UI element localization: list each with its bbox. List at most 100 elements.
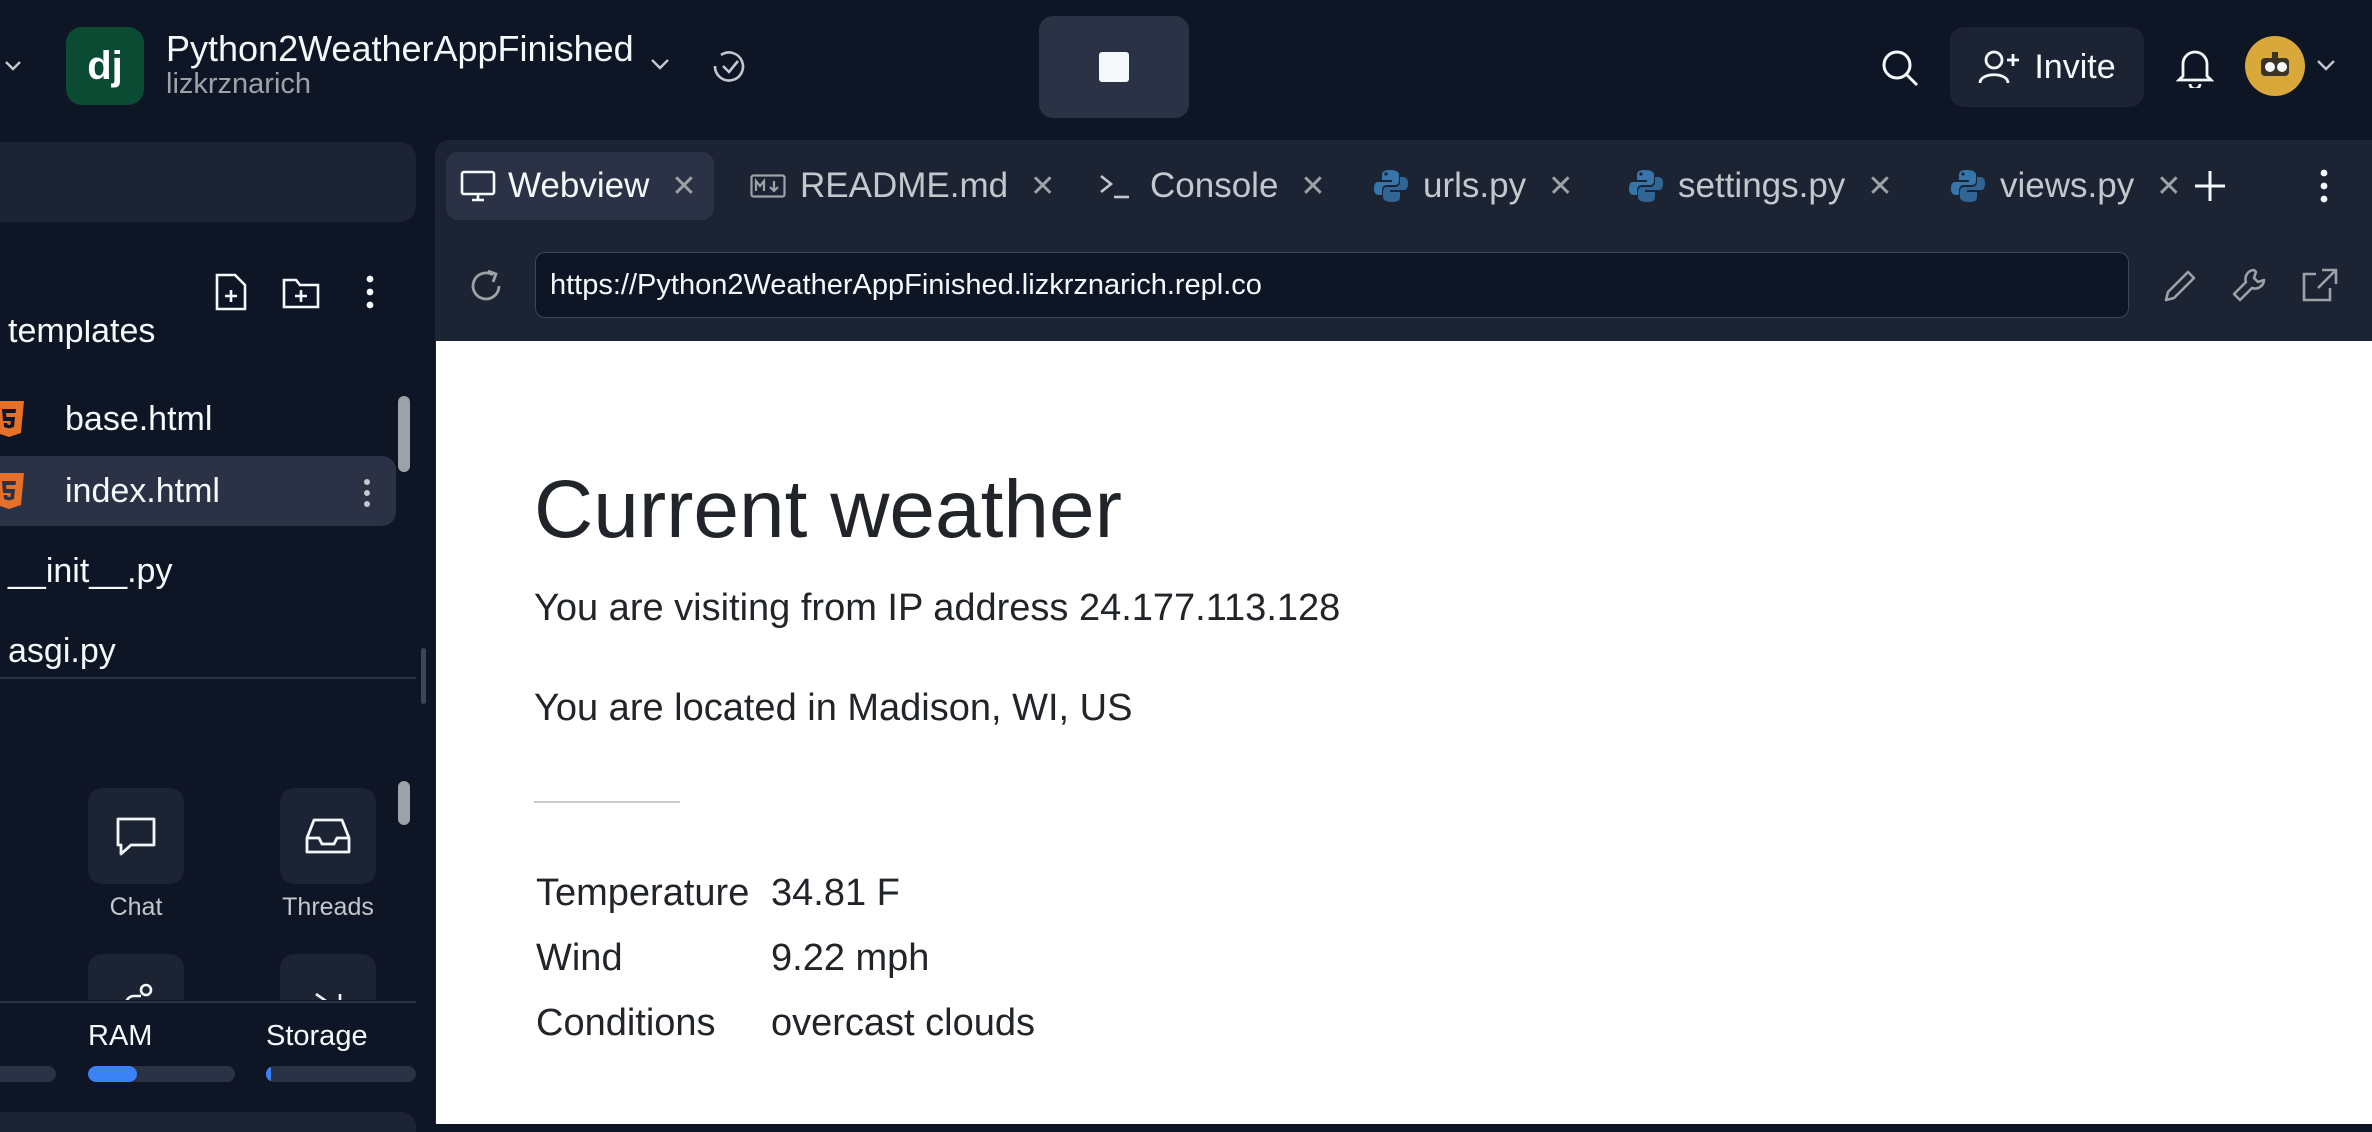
ip-address-text: You are visiting from IP address 24.177.… [534,587,1341,629]
close-tab-icon[interactable]: ✕ [2156,169,2181,204]
chat-icon [113,814,159,858]
file-item-index-html[interactable]: index.html [0,456,396,526]
chat-tool-button[interactable] [88,788,184,884]
panel-divider [0,677,416,679]
html5-icon [0,472,26,510]
storage-label: Storage [266,1020,368,1052]
stop-icon [1099,52,1129,82]
ram-usage-fill [88,1066,137,1082]
tab-webview[interactable]: Webview ✕ [446,152,714,220]
file-item-asgi-py[interactable]: asgi.py [0,616,396,680]
panel-resize-handle[interactable] [421,648,426,704]
wind-value: 9.22 mph [771,937,930,979]
horizontal-rule [534,801,680,803]
temperature-value: 34.81 F [771,872,900,914]
tab-label: urls.py [1423,166,1527,205]
sidebar-footer-strip [0,1112,416,1132]
tab-urls-py[interactable]: urls.py ✕ [1373,152,1573,220]
location-text: You are located in Madison, WI, US [534,687,1133,729]
close-tab-icon[interactable]: ✕ [1548,169,1573,204]
user-avatar[interactable] [2245,36,2305,96]
logo-text: dj [87,43,123,88]
tab-readme[interactable]: README.md ✕ [750,152,1055,220]
repl-logo[interactable]: dj [66,27,144,105]
files-more-options-icon[interactable] [364,274,376,310]
reload-icon[interactable] [466,266,506,306]
tab-label: README.md [800,166,1009,205]
close-tab-icon[interactable]: ✕ [1300,169,1325,204]
stop-button[interactable] [1039,16,1189,118]
threads-tool-label: Threads [282,893,374,921]
chat-tool-label: Chat [109,893,163,921]
file-tree-scrollbar[interactable] [398,396,410,472]
conditions-label: Conditions [536,1002,716,1044]
repl-menu-chevron-icon[interactable] [650,57,670,71]
new-tab-plus-icon[interactable] [2192,168,2228,204]
pane-more-options-icon[interactable] [2318,168,2330,204]
tab-views-py[interactable]: views.py ✕ [1950,152,2181,220]
file-name: index.html [65,471,220,510]
invite-button[interactable]: Invite [1950,27,2144,107]
python-icon [1373,168,1409,204]
account-menu-chevron-icon[interactable] [2316,58,2336,72]
tab-label: views.py [2000,166,2135,205]
threads-tool-button[interactable] [280,788,376,884]
tools-scrollbar[interactable] [398,781,410,825]
tab-console[interactable]: Console ✕ [1098,152,1326,220]
page-title: Current weather [534,464,1122,555]
git-tool-button[interactable] [88,954,184,1000]
file-item-base-html[interactable]: base.html [0,384,396,454]
markdown-icon [750,174,786,198]
storage-usage-fill [266,1066,271,1082]
inbox-icon [304,816,352,856]
tab-label: Console [1150,166,1279,205]
new-folder-icon[interactable] [281,274,321,310]
git-branch-icon [116,982,156,1000]
close-tab-icon[interactable]: ✕ [1030,169,1055,204]
file-tree: templates base.html index.html __init__.… [0,320,420,680]
file-item-init-py[interactable]: __init__.py [0,536,396,606]
file-more-options-icon[interactable] [362,478,372,508]
new-file-icon[interactable] [214,272,248,312]
ram-label: RAM [88,1020,153,1052]
close-tab-icon[interactable]: ✕ [1867,169,1892,204]
file-name: __init__.py [8,551,173,590]
tab-label: settings.py [1678,166,1846,205]
temperature-label: Temperature [536,872,750,914]
monitor-icon [460,170,496,202]
notifications-bell-icon[interactable] [2176,46,2214,88]
webview-url-input[interactable]: https://Python2WeatherAppFinished.lizkrz… [535,252,2129,318]
devtools-wrench-icon[interactable] [2230,266,2270,306]
close-tab-icon[interactable]: ✕ [671,169,696,204]
cpu-usage-bar [0,1066,56,1082]
sidebar-search-area[interactable] [0,142,416,222]
repl-owner[interactable]: lizkrznarich [166,68,311,101]
tab-settings-py[interactable]: settings.py ✕ [1628,152,1892,220]
python-icon [1950,168,1986,204]
file-name: base.html [65,399,213,438]
webview-content: Current weather You are visiting from IP… [436,341,2372,1124]
file-name: asgi.py [8,631,116,670]
top-bar: dj Python2WeatherAppFinished lizkrznaric… [0,0,2372,134]
repl-name[interactable]: Python2WeatherAppFinished [166,28,634,70]
wind-label: Wind [536,937,623,979]
html5-icon [0,400,26,438]
ram-usage-bar [88,1066,235,1082]
resources-divider [0,1001,416,1003]
play-skip-icon [308,982,348,1000]
checkpoint-icon[interactable] [710,48,750,84]
edit-pencil-icon[interactable] [2160,266,2200,306]
add-user-icon [1978,48,2020,86]
tools-partial-row [0,950,416,1000]
conditions-value: overcast clouds [771,1002,1036,1044]
search-icon[interactable] [1880,48,1920,88]
run-debug-tool-button[interactable] [280,954,376,1000]
terminal-icon [1098,171,1132,201]
tab-label: Webview [508,166,650,205]
open-new-tab-icon[interactable] [2300,266,2340,306]
storage-usage-bar [266,1066,416,1082]
invite-label: Invite [2034,47,2116,86]
python-icon [1628,168,1664,204]
folder-label[interactable]: templates [8,320,155,351]
sidebar-collapse-chevron-icon[interactable] [4,56,22,74]
